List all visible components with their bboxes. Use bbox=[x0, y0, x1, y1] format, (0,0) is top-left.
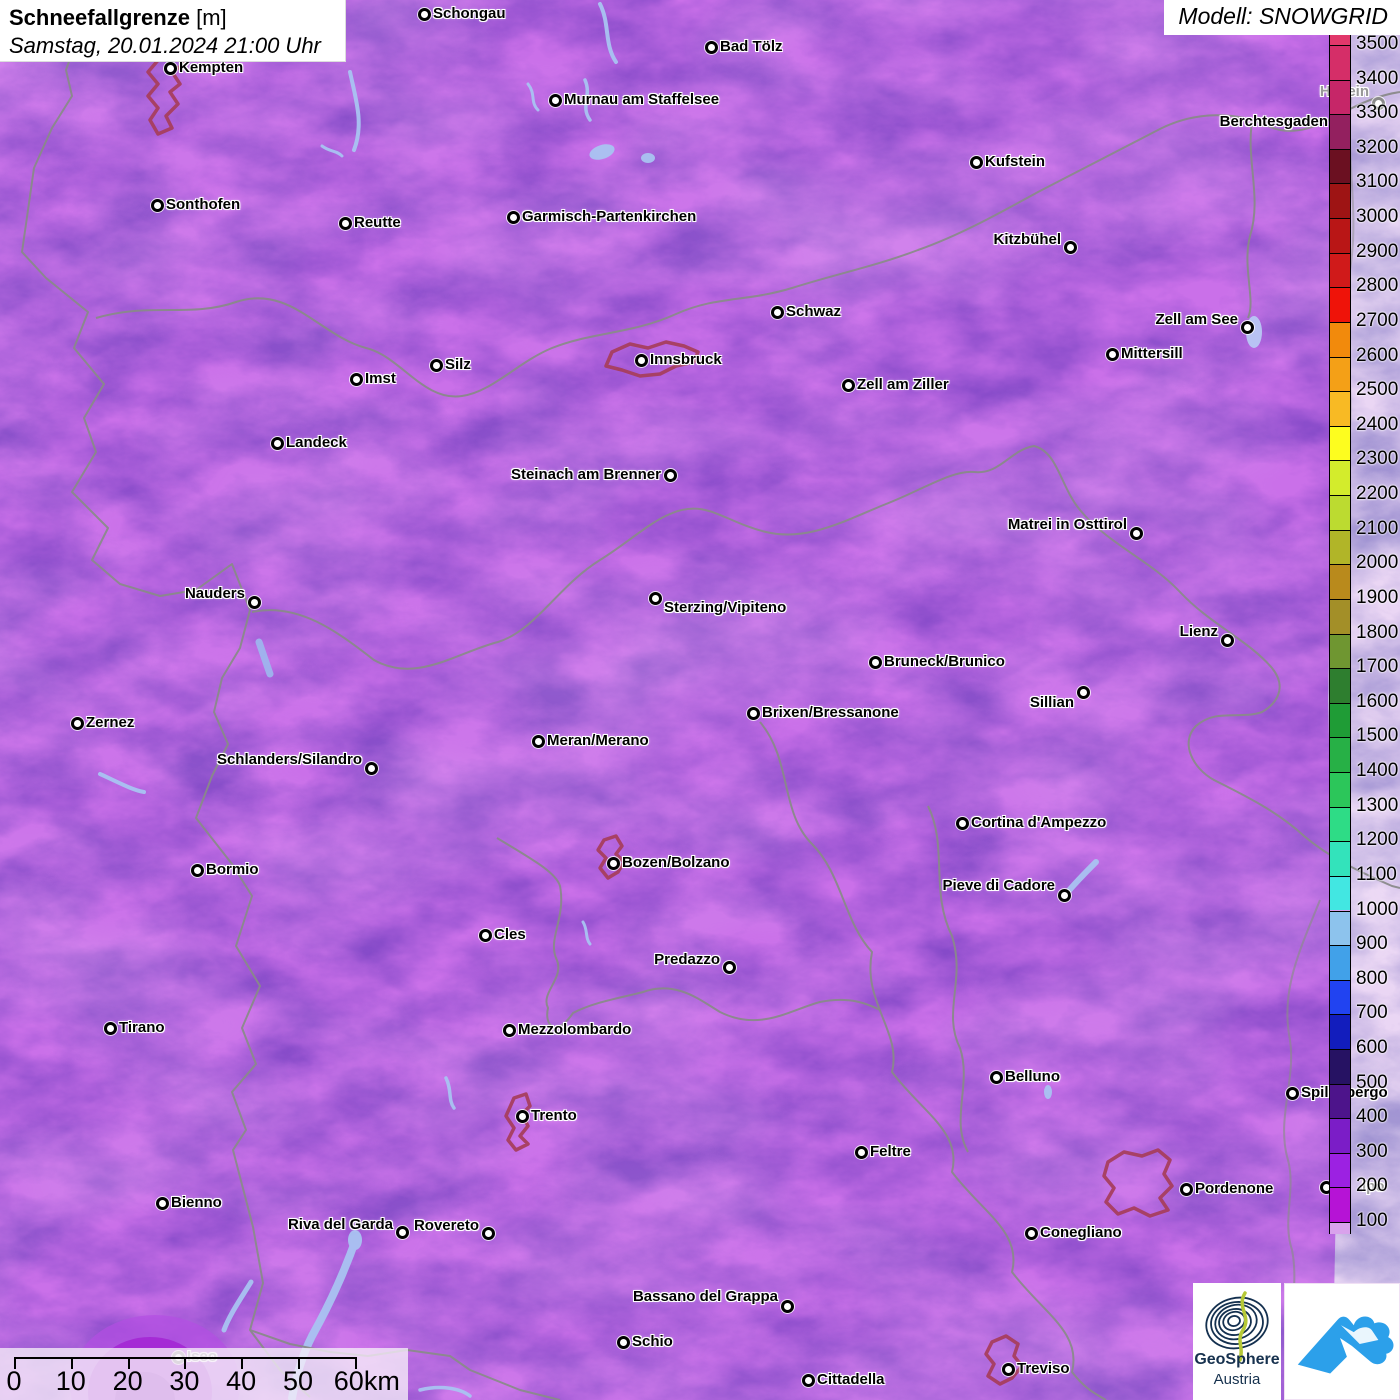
geosphere-country: Austria bbox=[1193, 1371, 1281, 1388]
colorbar-value: 2900 bbox=[1356, 242, 1398, 262]
colorbar-value: 500 bbox=[1356, 1073, 1388, 1093]
map-title: Schneefallgrenze [m] bbox=[9, 3, 336, 32]
scale-label: 60km bbox=[334, 1366, 400, 1397]
colorbar-value: 2000 bbox=[1356, 553, 1398, 573]
scale-label: 30 bbox=[169, 1366, 199, 1397]
model-label: Modell: SNOWGRID bbox=[1164, 0, 1400, 35]
colorbar-value: 3200 bbox=[1356, 138, 1398, 158]
colorbar-value: 3300 bbox=[1356, 103, 1398, 123]
colorbar-value: 3100 bbox=[1356, 172, 1398, 192]
colorbar-value: 900 bbox=[1356, 934, 1388, 954]
colorbar-value: 3000 bbox=[1356, 207, 1398, 227]
geosphere-name: GeoSphere bbox=[1193, 1351, 1281, 1369]
geosphere-logo: GeoSphere Austria bbox=[1193, 1283, 1281, 1400]
scale-label: 50 bbox=[283, 1366, 313, 1397]
colorbar-value: 800 bbox=[1356, 969, 1388, 989]
map-unit: [m] bbox=[196, 5, 227, 30]
colorbar-value: 1900 bbox=[1356, 588, 1398, 608]
partner-logo bbox=[1284, 1283, 1400, 1400]
map-subtitle: Samstag, 20.01.2024 21:00 Uhr bbox=[9, 32, 336, 59]
colorbar-value: 2500 bbox=[1356, 380, 1398, 400]
colorbar-value: 3500 bbox=[1356, 34, 1398, 54]
colorbar-value: 2800 bbox=[1356, 276, 1398, 296]
colorbar-value: 1400 bbox=[1356, 761, 1398, 781]
colorbar-value: 1200 bbox=[1356, 830, 1398, 850]
colorbar-value: 1800 bbox=[1356, 623, 1398, 643]
scale-label: 40 bbox=[226, 1366, 256, 1397]
colorbar-value: 700 bbox=[1356, 1003, 1388, 1023]
mountain-cloud-icon bbox=[1285, 1284, 1399, 1399]
colorbar-value: 200 bbox=[1356, 1176, 1388, 1196]
colorbar-value: 2200 bbox=[1356, 484, 1398, 504]
colorbar-value: 1100 bbox=[1356, 865, 1397, 885]
snowfall-limit-map: SchongauBad TölzKemptenMurnau am Staffel… bbox=[0, 0, 1400, 1400]
colorbar-value: 3400 bbox=[1356, 69, 1398, 89]
colorbar-value: 100 bbox=[1356, 1211, 1388, 1231]
colorbar-value: 400 bbox=[1356, 1107, 1388, 1127]
colorbar-value: 2100 bbox=[1356, 519, 1398, 539]
colorbar-value: 1600 bbox=[1356, 692, 1398, 712]
colorbar-value: 2400 bbox=[1356, 415, 1398, 435]
colorbar-value: 2700 bbox=[1356, 311, 1398, 331]
colorbar-value: 2300 bbox=[1356, 449, 1398, 469]
colorbar-value: 2600 bbox=[1356, 346, 1398, 366]
scale-label: 10 bbox=[56, 1366, 86, 1397]
colorbar-value: 1500 bbox=[1356, 726, 1398, 746]
scale-label: 20 bbox=[113, 1366, 143, 1397]
colorbar-labels: 3500340033003200310030002900280027002600… bbox=[0, 0, 1400, 1400]
scale-bar: 0 10 20 30 40 50 60km bbox=[0, 1348, 408, 1400]
title-box: Schneefallgrenze [m] Samstag, 20.01.2024… bbox=[0, 0, 346, 62]
colorbar-value: 1000 bbox=[1356, 900, 1398, 920]
colorbar-value: 600 bbox=[1356, 1038, 1388, 1058]
colorbar-value: 1700 bbox=[1356, 657, 1398, 677]
colorbar-value: 1300 bbox=[1356, 796, 1398, 816]
colorbar-value: 300 bbox=[1356, 1142, 1388, 1162]
scale-label: 0 bbox=[6, 1366, 21, 1397]
